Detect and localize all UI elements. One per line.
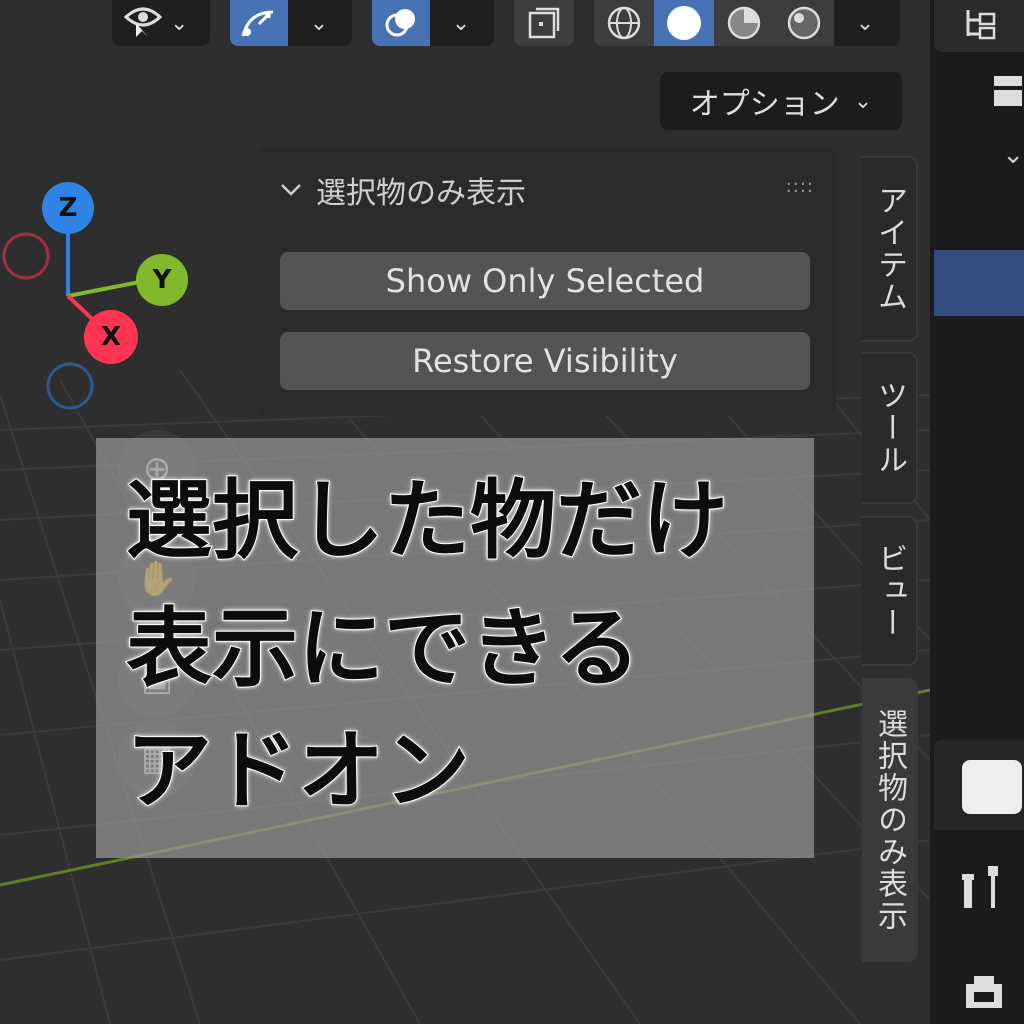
properties-header [934,740,1024,830]
material-preview-icon [727,6,761,40]
tab-item-label: アイテム [872,185,907,313]
overlay-dropdown[interactable]: ⌄ [430,0,492,46]
y-axis-label: Y [152,265,172,295]
xray-icon [528,7,560,39]
z-axis-ball[interactable]: Z [42,182,94,234]
editor-type-icon[interactable] [962,760,1022,814]
gizmo-icon [241,10,274,37]
overlay-icon [385,9,415,37]
outliner-selected-row[interactable] [934,250,1024,316]
eye-icon [122,3,164,43]
caption-overlay: 選択した物だけ 表示にできる アドオン [96,438,814,858]
visibility-dropdown[interactable]: ⌄ [112,0,210,46]
caption-line-1: 選択した物だけ [125,471,729,571]
solid-shading-button[interactable] [654,0,714,46]
caption-line-2: 表示にできる [125,599,641,699]
z-axis-label: Z [58,193,78,223]
panel-title: 選択物のみ表示 [316,176,526,211]
panel-header[interactable]: 選択物のみ表示 [280,168,526,212]
tab-tool[interactable]: ツール [862,352,918,504]
gizmo-toggle-button[interactable] [230,0,288,46]
xray-toggle[interactable] [514,0,574,46]
wireframe-icon [607,6,641,40]
restore-visibility-button[interactable]: Restore Visibility [280,332,810,390]
x-axis-label: X [100,322,122,352]
gizmo-toggle-group[interactable]: ⌄ [230,0,352,46]
3d-viewport[interactable]: ⌄ ⌄ ⌄ ⌄ オプション ⌄ Z Y X 選択物のみ表示:::: Show … [0,0,930,1024]
caption-line-3: アドオン [125,721,471,821]
overlay-toggle-button[interactable] [372,0,430,46]
right-editor-strip: ⌄ [930,0,1024,1024]
shading-mode-group[interactable]: ⌄ [594,0,900,46]
options-dropdown[interactable]: オプション ⌄ [660,72,902,130]
chevron-down-icon: ⌄ [170,10,189,36]
options-label: オプション [689,87,840,122]
chevron-down-icon: ⌄ [451,10,471,36]
y-axis-ball[interactable]: Y [136,254,188,306]
gizmo-dropdown[interactable]: ⌄ [288,0,350,46]
tab-item[interactable]: アイテム [862,156,918,342]
expand-chevron-icon[interactable]: ⌄ [934,140,1024,180]
render-properties-tab[interactable] [934,970,1024,1024]
material-shading-button[interactable] [714,0,774,46]
solid-sphere-icon [667,6,701,40]
tab-show-only-selected[interactable]: 選択物のみ表示 [862,678,918,962]
collection-icon [934,72,1024,122]
printer-icon [966,976,1002,1008]
chevron-down-icon: ⌄ [855,10,875,36]
shading-dropdown[interactable]: ⌄ [834,0,896,46]
wireframe-shading-button[interactable] [594,0,654,46]
chevron-down-icon: ⌄ [309,10,329,36]
tab-show-only-selected-label: 選択物のみ表示 [872,708,907,932]
tab-view-label: ビュー [872,543,907,639]
show-only-selected-panel: 選択物のみ表示 :::: Show Only Selected Restore … [256,146,836,416]
overlay-toggle-group[interactable]: ⌄ [372,0,494,46]
rendered-icon [787,6,821,40]
drag-handle-icon[interactable]: :::: [786,176,814,197]
tab-tool-label: ツール [872,380,907,476]
show-only-selected-button[interactable]: Show Only Selected [280,252,810,310]
tool-properties-tab[interactable] [934,860,1024,930]
outliner-header[interactable] [934,0,1024,52]
x-axis-ball[interactable]: X [84,310,138,364]
outliner-icon [966,10,996,40]
rendered-shading-button[interactable] [774,0,834,46]
tab-view[interactable]: ビュー [862,516,918,666]
sidebar-tabs: アイテム ツール ビュー 選択物のみ表示 [862,150,918,1024]
wrench-icon [962,866,998,908]
chevron-down-icon [281,184,301,196]
chevron-down-icon: ⌄ [853,88,873,114]
